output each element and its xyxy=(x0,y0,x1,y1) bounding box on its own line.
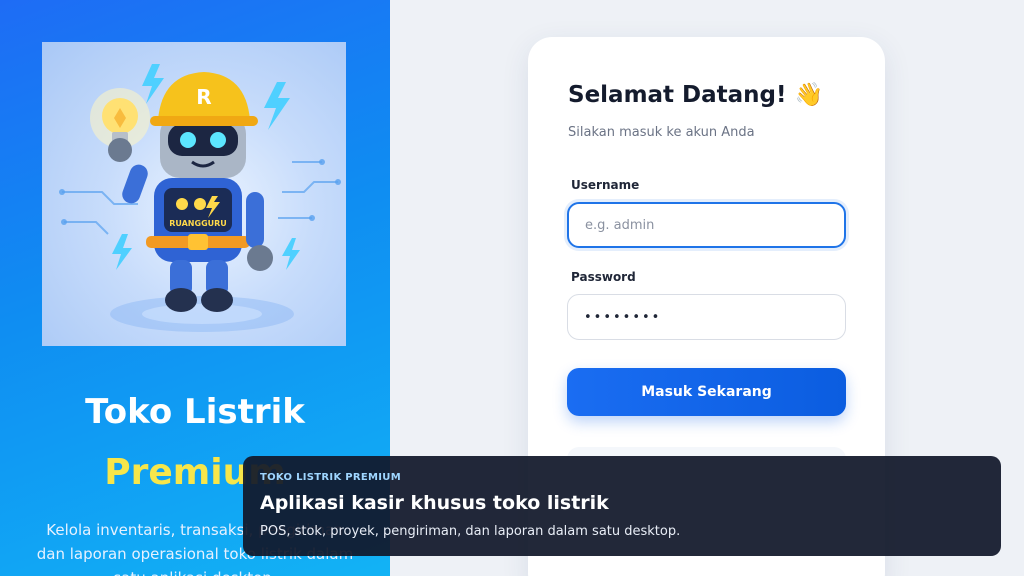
promo-toast: TOKO LISTRIK PREMIUM Aplikasi kasir khus… xyxy=(243,456,1001,556)
login-title-text: Selamat Datang! xyxy=(568,82,787,108)
login-subtitle: Silakan masuk ke akun Anda xyxy=(568,125,755,140)
username-label: Username xyxy=(571,178,640,192)
wave-emoji-icon: 👋 xyxy=(794,82,824,108)
login-submit-button[interactable]: Masuk Sekarang xyxy=(567,368,846,416)
robot-badge-text: RUANGGURU xyxy=(169,219,227,228)
password-label: Password xyxy=(571,270,636,284)
toast-kicker: TOKO LISTRIK PREMIUM xyxy=(260,472,401,483)
login-title: Selamat Datang! 👋 xyxy=(568,81,823,108)
toast-title: Aplikasi kasir khusus toko listrik xyxy=(260,492,609,514)
toast-description: POS, stok, proyek, pengiriman, dan lapor… xyxy=(260,524,681,539)
robot-helmet-letter: R xyxy=(196,85,211,109)
password-input[interactable] xyxy=(567,294,846,340)
hero-title: Toko Listrik xyxy=(85,392,305,432)
username-input[interactable] xyxy=(567,202,846,248)
robot-mascot-icon: RUANGGURU R xyxy=(59,64,341,332)
robot-illustration: RUANGGURU R xyxy=(42,42,346,346)
